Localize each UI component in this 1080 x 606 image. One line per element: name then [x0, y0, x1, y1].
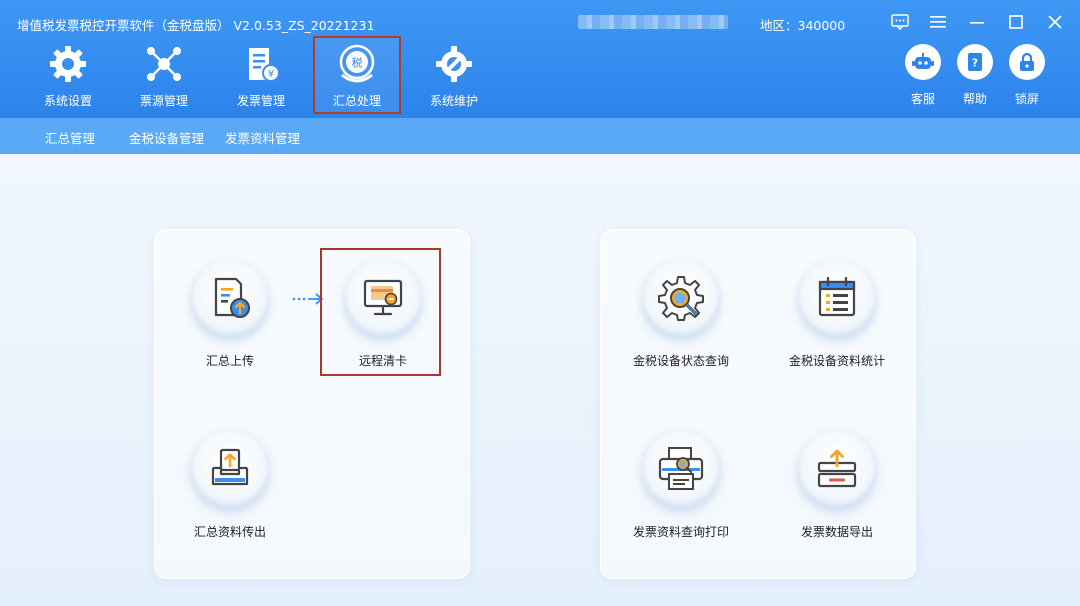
svg-text:?: ?	[972, 57, 978, 70]
invoice-icon: ¥	[239, 42, 283, 86]
highlight-box	[320, 248, 441, 376]
nav-label: 汇总处理	[332, 94, 381, 108]
summary-data-export-button[interactable]: 汇总资料传出	[165, 430, 295, 550]
message-icon[interactable]	[889, 11, 911, 33]
help-button[interactable]: ? 帮助	[949, 44, 1001, 114]
nav-label: 票源管理	[139, 94, 188, 108]
func-label: 汇总资料传出	[193, 525, 266, 539]
subnav-summary-management[interactable]: 汇总管理	[45, 128, 95, 147]
device-status-query-icon	[642, 259, 720, 337]
network-icon	[142, 42, 186, 86]
invoice-query-print-button[interactable]: 发票资料查询打印	[616, 430, 746, 550]
nav-ticket-source[interactable]: 票源管理	[120, 36, 208, 114]
lock-screen-button[interactable]: 锁屏	[1001, 44, 1053, 114]
minimize-icon[interactable]	[966, 11, 988, 33]
blurred-info	[578, 15, 728, 29]
nav-label: 系统设置	[43, 94, 92, 108]
svg-text:税: 税	[352, 56, 363, 70]
top-header: 增值税发票税控开票软件（金税盘版） V2.0.53_ZS_20221231 地区…	[0, 0, 1080, 118]
func-label: 汇总上传	[205, 354, 254, 368]
summary-upload-button[interactable]: 汇总上传	[165, 259, 295, 379]
tool-label: 锁屏	[1014, 92, 1039, 106]
menu-icon[interactable]	[927, 11, 949, 33]
sub-nav-bar: 汇总管理 金税设备管理 发票资料管理	[0, 118, 1080, 154]
tool-label: 帮助	[962, 92, 987, 106]
nav-label: 系统维护	[429, 94, 478, 108]
summary-upload-icon	[191, 259, 269, 337]
device-data-stats-button[interactable]: 金税设备资料统计	[772, 259, 902, 379]
func-label: 金税设备资料统计	[788, 354, 885, 368]
close-icon[interactable]	[1044, 11, 1066, 33]
wrench-gear-icon	[432, 42, 476, 86]
func-label: 发票资料查询打印	[632, 525, 729, 539]
invoice-print-icon	[642, 430, 720, 508]
func-label: 发票数据导出	[800, 525, 873, 539]
svg-text:¥: ¥	[268, 69, 274, 80]
nav-system-maintenance[interactable]: 系统维护	[410, 36, 498, 114]
func-label: 金税设备状态查询	[632, 354, 729, 368]
help-book-icon: ?	[957, 44, 993, 80]
device-data-stats-icon	[798, 259, 876, 337]
invoice-export-icon	[798, 430, 876, 508]
nav-system-settings[interactable]: 系统设置	[24, 36, 112, 114]
lock-icon	[1009, 44, 1045, 80]
nav-invoice-management[interactable]: ¥ 发票管理	[217, 36, 305, 114]
tax-summary-icon: 税	[335, 42, 379, 86]
nav-summary-processing[interactable]: 税 汇总处理	[313, 36, 401, 114]
app-title: 增值税发票税控开票软件（金税盘版） V2.0.53_ZS_20221231	[17, 18, 375, 33]
subnav-device-management[interactable]: 金税设备管理	[129, 128, 204, 147]
subnav-invoice-data-management[interactable]: 发票资料管理	[225, 128, 300, 147]
robot-icon	[905, 44, 941, 80]
tool-label: 客服	[910, 92, 935, 106]
nav-label: 发票管理	[236, 94, 285, 108]
device-status-query-button[interactable]: 金税设备状态查询	[616, 259, 746, 379]
gear-icon	[46, 42, 90, 86]
region-label: 地区：340000	[760, 18, 846, 33]
invoice-data-export-button[interactable]: 发票数据导出	[772, 430, 902, 550]
customer-service-button[interactable]: 客服	[897, 44, 949, 114]
summary-data-export-icon	[191, 430, 269, 508]
maximize-icon[interactable]	[1005, 11, 1027, 33]
